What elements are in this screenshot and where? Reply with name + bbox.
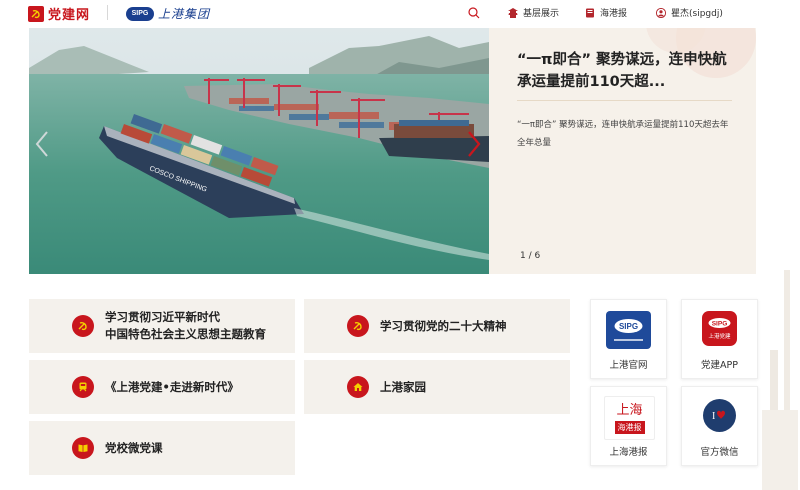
- party-site-name: 党建网: [48, 8, 91, 23]
- topic-label-line2: 中国特色社会主义思想主题教育: [105, 327, 266, 341]
- home-icon: [347, 376, 369, 398]
- harbor-newspaper-icon: 上海 海港报: [604, 396, 655, 440]
- wechat-logo-icon: I: [703, 399, 736, 432]
- app-tile-harbor-newspaper[interactable]: 上海 海港报 上海港报: [590, 386, 667, 466]
- nav-link-base-showcase[interactable]: 基层展示: [508, 6, 559, 19]
- svg-text:I: I: [712, 411, 715, 422]
- topic-label: 党校微党课: [105, 440, 163, 455]
- app-tile-label: 上港官网: [609, 360, 648, 371]
- header-divider: [107, 5, 108, 20]
- newspaper-logo-line2: 海港报: [614, 420, 645, 434]
- topic-card-20th-congress[interactable]: 学习贯彻党的二十大精神: [304, 299, 570, 353]
- app-tile-sipg-website[interactable]: SIPG 上港官网: [590, 299, 667, 379]
- user-icon: [656, 7, 666, 18]
- user-name: 瞿杰(sipgdj): [671, 9, 723, 19]
- nav-link-label: 海港报: [600, 9, 628, 19]
- app-badge-text: SIPG: [619, 322, 638, 331]
- topic-label: 学习贯彻习近平新时代 中国特色社会主义思想主题教育: [105, 309, 266, 343]
- sipg-logo-icon: SIPG: [606, 311, 651, 349]
- sipg-logo[interactable]: SIPG 上港集团: [126, 5, 210, 22]
- app-tile-label: 官方微信: [700, 447, 739, 458]
- nav-link-harbor-news[interactable]: 海港报: [585, 6, 627, 19]
- topic-card-thought-education[interactable]: 学习贯彻习近平新时代 中国特色社会主义思想主题教育: [29, 299, 295, 353]
- user-account[interactable]: 瞿杰(sipgdj): [656, 6, 723, 19]
- topic-card-sipg-home[interactable]: 上港家园: [304, 360, 570, 414]
- sipg-badge: SIPG: [126, 6, 154, 21]
- news-panel[interactable]: “一π即合” 聚势谋远，连申快航承运量提前110天超... “一π即合” 聚势谋…: [489, 28, 756, 274]
- topic-card-sipg-party-new-era[interactable]: 《上港党建•走进新时代》: [29, 360, 295, 414]
- nav-link-label: 基层展示: [523, 9, 560, 19]
- pagoda-icon: [508, 7, 518, 18]
- newspaper-logo-line1: 上海: [616, 402, 643, 418]
- carousel-next-arrow-icon[interactable]: [466, 130, 482, 158]
- book-icon: [72, 437, 94, 459]
- topic-label: 学习贯彻党的二十大精神: [380, 318, 507, 333]
- app-tile-label: 上海港报: [609, 447, 648, 458]
- hero-carousel-image[interactable]: COSCO SHIPPING: [29, 28, 489, 274]
- party-emblem-icon: [28, 5, 44, 22]
- app-tile-label: 党建APP: [701, 360, 738, 371]
- news-divider: [517, 100, 732, 101]
- party-site-logo[interactable]: 党建网: [28, 4, 90, 23]
- topic-label: 《上港党建•走进新时代》: [105, 379, 239, 394]
- news-title[interactable]: “一π即合” 聚势谋远，连申快航承运量提前110天超...: [517, 49, 739, 93]
- sipg-cn-name: 上港集团: [158, 7, 211, 21]
- topic-label-line1: 学习贯彻习近平新时代: [105, 310, 220, 324]
- party-emblem-icon: [72, 315, 94, 337]
- app-tile-party-app[interactable]: SIPG 上港党建 党建APP: [681, 299, 758, 379]
- background-skyline-decoration: [762, 270, 798, 490]
- port-photo: COSCO SHIPPING: [29, 28, 489, 274]
- app-badge-text: SIPG: [712, 321, 728, 328]
- party-emblem-icon: [347, 315, 369, 337]
- app-tile-official-wechat[interactable]: I 官方微信: [681, 386, 758, 466]
- topic-label: 上港家园: [380, 379, 426, 394]
- app-sub-text: 上港党建: [708, 332, 731, 340]
- party-app-icon: SIPG 上港党建: [702, 311, 737, 346]
- carousel-prev-arrow-icon[interactable]: [34, 130, 50, 158]
- newspaper-icon: [585, 8, 595, 18]
- search-icon[interactable]: [468, 7, 480, 19]
- news-summary: “一π即合” 聚势谋远，连申快航承运量提前110天超去年全年总量: [517, 120, 729, 148]
- train-icon: [72, 376, 94, 398]
- topic-card-party-school-lessons[interactable]: 党校微党课: [29, 421, 295, 475]
- carousel-pager: 1 / 6: [520, 251, 541, 261]
- top-header: 党建网 SIPG 上港集团 基层展示 海港报 瞿杰(sipgdj): [0, 0, 800, 26]
